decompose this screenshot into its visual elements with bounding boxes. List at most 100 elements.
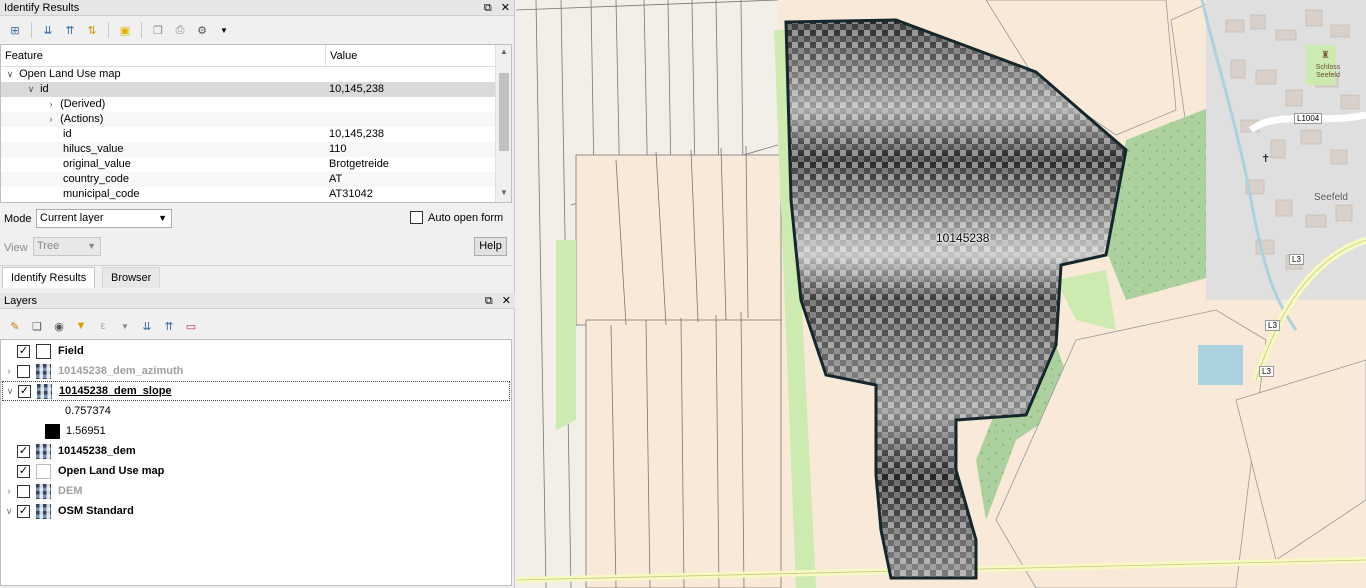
row-label: municipal_code — [63, 188, 140, 200]
layer-item[interactable]: ✓ Field — [1, 341, 511, 361]
tree-header: Feature Value — [1, 45, 511, 67]
raster-layer-icon — [36, 503, 51, 519]
row-label: id — [63, 128, 72, 140]
row-value: AT — [329, 173, 343, 185]
layer-visibility-checkbox[interactable]: ✓ — [17, 464, 30, 478]
legend-item: 0.757374 — [1, 401, 511, 421]
layer-item[interactable]: ∨ ✓ OSM Standard — [1, 501, 511, 521]
tree-row[interactable]: ∨ id 10,145,238 — [1, 82, 511, 97]
clear-results-icon[interactable]: ▣ — [116, 21, 134, 39]
layer-item[interactable]: ✓ Open Land Use map — [1, 461, 511, 481]
row-value — [326, 67, 511, 82]
chevron-down-icon[interactable]: ∨ — [1, 506, 17, 517]
tree-row[interactable]: original_value Brotgetreide — [1, 157, 511, 172]
value-column-header[interactable]: Value — [326, 45, 357, 66]
grass-strip — [556, 240, 576, 430]
feature-column-header[interactable]: Feature — [1, 45, 326, 66]
chevron-down-icon: ▼ — [158, 213, 167, 223]
layer-item[interactable]: ∨ ✓ 10145238_dem_slope — [2, 381, 510, 401]
layers-tree[interactable]: ✓ Field › 10145238_dem_azimuth ∨ ✓ 10145… — [0, 339, 512, 586]
chevron-right-icon[interactable]: › — [1, 486, 17, 496]
chevron-down-icon[interactable]: ▼ — [116, 317, 134, 335]
tree-row[interactable]: hilucs_value 110 — [1, 142, 511, 157]
identify-results-tree[interactable]: Feature Value ∨ Open Land Use map ∨ id 1… — [0, 44, 512, 203]
scroll-up-icon[interactable]: ▲ — [496, 47, 511, 59]
tree-row[interactable]: ∨ Open Land Use map — [1, 67, 511, 82]
filter-expression-icon[interactable]: ε — [94, 317, 112, 335]
help-button[interactable]: Help — [474, 237, 507, 256]
print-icon[interactable]: ⎙ — [171, 21, 189, 39]
scroll-down-icon[interactable]: ▼ — [496, 188, 511, 200]
view-value: Tree — [37, 240, 60, 252]
layer-visibility-checkbox[interactable]: ✓ — [18, 384, 31, 398]
layer-name: Open Land Use map — [58, 465, 165, 477]
remove-layer-icon[interactable]: ▭ — [182, 317, 200, 335]
layer-visibility-checkbox[interactable]: ✓ — [17, 444, 30, 458]
tree-row[interactable]: › (Actions) — [1, 112, 511, 127]
identify-panel-title: Identify Results ⧉ ✕ — [0, 0, 514, 16]
layers-panel-title: Layers ⧉ ✕ — [0, 293, 515, 309]
row-label: (Actions) — [60, 113, 104, 125]
separator — [141, 22, 142, 38]
tree-row[interactable]: id 10,145,238 — [1, 127, 511, 142]
float-icon[interactable]: ⧉ — [484, 2, 492, 14]
road-ref-label: L3 — [1289, 254, 1304, 265]
identify-title: Identify Results — [4, 2, 80, 14]
left-dock: Identify Results ⧉ ✕ ⊞ ⇊ ⇈ ⇅ ▣ ❐ ⎙ ⚙ ▼ F… — [0, 0, 515, 588]
tree-row[interactable]: › (Derived) — [1, 97, 511, 112]
layer-item[interactable]: › DEM — [1, 481, 511, 501]
chevron-right-icon[interactable]: › — [45, 112, 57, 127]
view-select: Tree ▼ — [33, 237, 101, 256]
view-label: View — [4, 242, 28, 254]
close-icon[interactable]: ✕ — [502, 295, 511, 307]
close-icon[interactable]: ✕ — [501, 2, 510, 14]
copy-icon[interactable]: ❐ — [149, 21, 167, 39]
dock-tabs: Identify Results Browser — [0, 265, 512, 288]
row-value — [326, 97, 511, 112]
raster-layer-icon — [37, 383, 52, 399]
identify-settings-icon[interactable]: ⚙ — [193, 21, 211, 39]
mode-select[interactable]: Current layer ▼ — [36, 209, 172, 228]
scroll-thumb[interactable] — [499, 73, 509, 151]
layer-visibility-checkbox[interactable]: ✓ — [17, 504, 30, 518]
chevron-right-icon[interactable]: › — [45, 97, 57, 112]
checkbox-box[interactable] — [410, 211, 423, 224]
chevron-down-icon[interactable]: ∨ — [4, 67, 16, 82]
filter-icon[interactable]: ▼ — [72, 317, 90, 335]
chevron-down-icon[interactable]: ∨ — [2, 386, 18, 397]
map-canvas[interactable]: 10145238 ♜ Schloss Seefeld L1004 ✝ Seefe… — [516, 0, 1366, 588]
add-group-icon[interactable]: ❏ — [28, 317, 46, 335]
chevron-right-icon[interactable]: › — [1, 366, 17, 376]
tab-identify-results[interactable]: Identify Results — [2, 267, 96, 288]
raster-layer-icon — [36, 443, 51, 459]
collapse-all-icon[interactable]: ⇈ — [61, 21, 79, 39]
float-icon[interactable]: ⧉ — [485, 295, 493, 307]
expand-all-icon[interactable]: ⇊ — [39, 21, 57, 39]
tab-browser[interactable]: Browser — [102, 267, 161, 288]
style-brush-icon[interactable]: ✎ — [6, 317, 24, 335]
row-label: original_value — [63, 158, 131, 170]
expand-new-results-icon[interactable]: ⇅ — [83, 21, 101, 39]
layer-name: Field — [58, 345, 84, 357]
layers-toolbar: ✎ ❏ ◉ ▼ ε ▼ ⇊ ⇈ ▭ — [0, 312, 512, 340]
tree-row[interactable]: municipal_code AT31042 — [1, 187, 511, 202]
layer-visibility-checkbox[interactable]: ✓ — [17, 344, 30, 358]
chevron-down-icon[interactable]: ∨ — [25, 82, 37, 97]
auto-open-form-checkbox[interactable]: Auto open form — [410, 211, 503, 224]
castle-icon: ♜ — [1321, 50, 1330, 61]
collapse-all-icon[interactable]: ⇈ — [160, 317, 178, 335]
layer-item[interactable]: ✓ 10145238_dem — [1, 441, 511, 461]
expand-all-icon[interactable]: ⇊ — [138, 317, 156, 335]
row-label: country_code — [63, 173, 130, 185]
place-label: Seefeld — [1314, 192, 1348, 203]
row-value: 10,145,238 — [329, 83, 385, 95]
chevron-down-icon[interactable]: ▼ — [215, 21, 233, 39]
tree-scrollbar[interactable]: ▲ ▼ — [495, 45, 511, 202]
layer-visibility-checkbox[interactable] — [17, 364, 30, 378]
layer-item[interactable]: › 10145238_dem_azimuth — [1, 361, 511, 381]
tree-row[interactable]: country_code AT — [1, 172, 511, 187]
visibility-eye-icon[interactable]: ◉ — [50, 317, 68, 335]
layer-visibility-checkbox[interactable] — [17, 484, 30, 498]
expand-tree-icon[interactable]: ⊞ — [6, 21, 24, 39]
road-ref-label: L3 — [1259, 366, 1274, 377]
